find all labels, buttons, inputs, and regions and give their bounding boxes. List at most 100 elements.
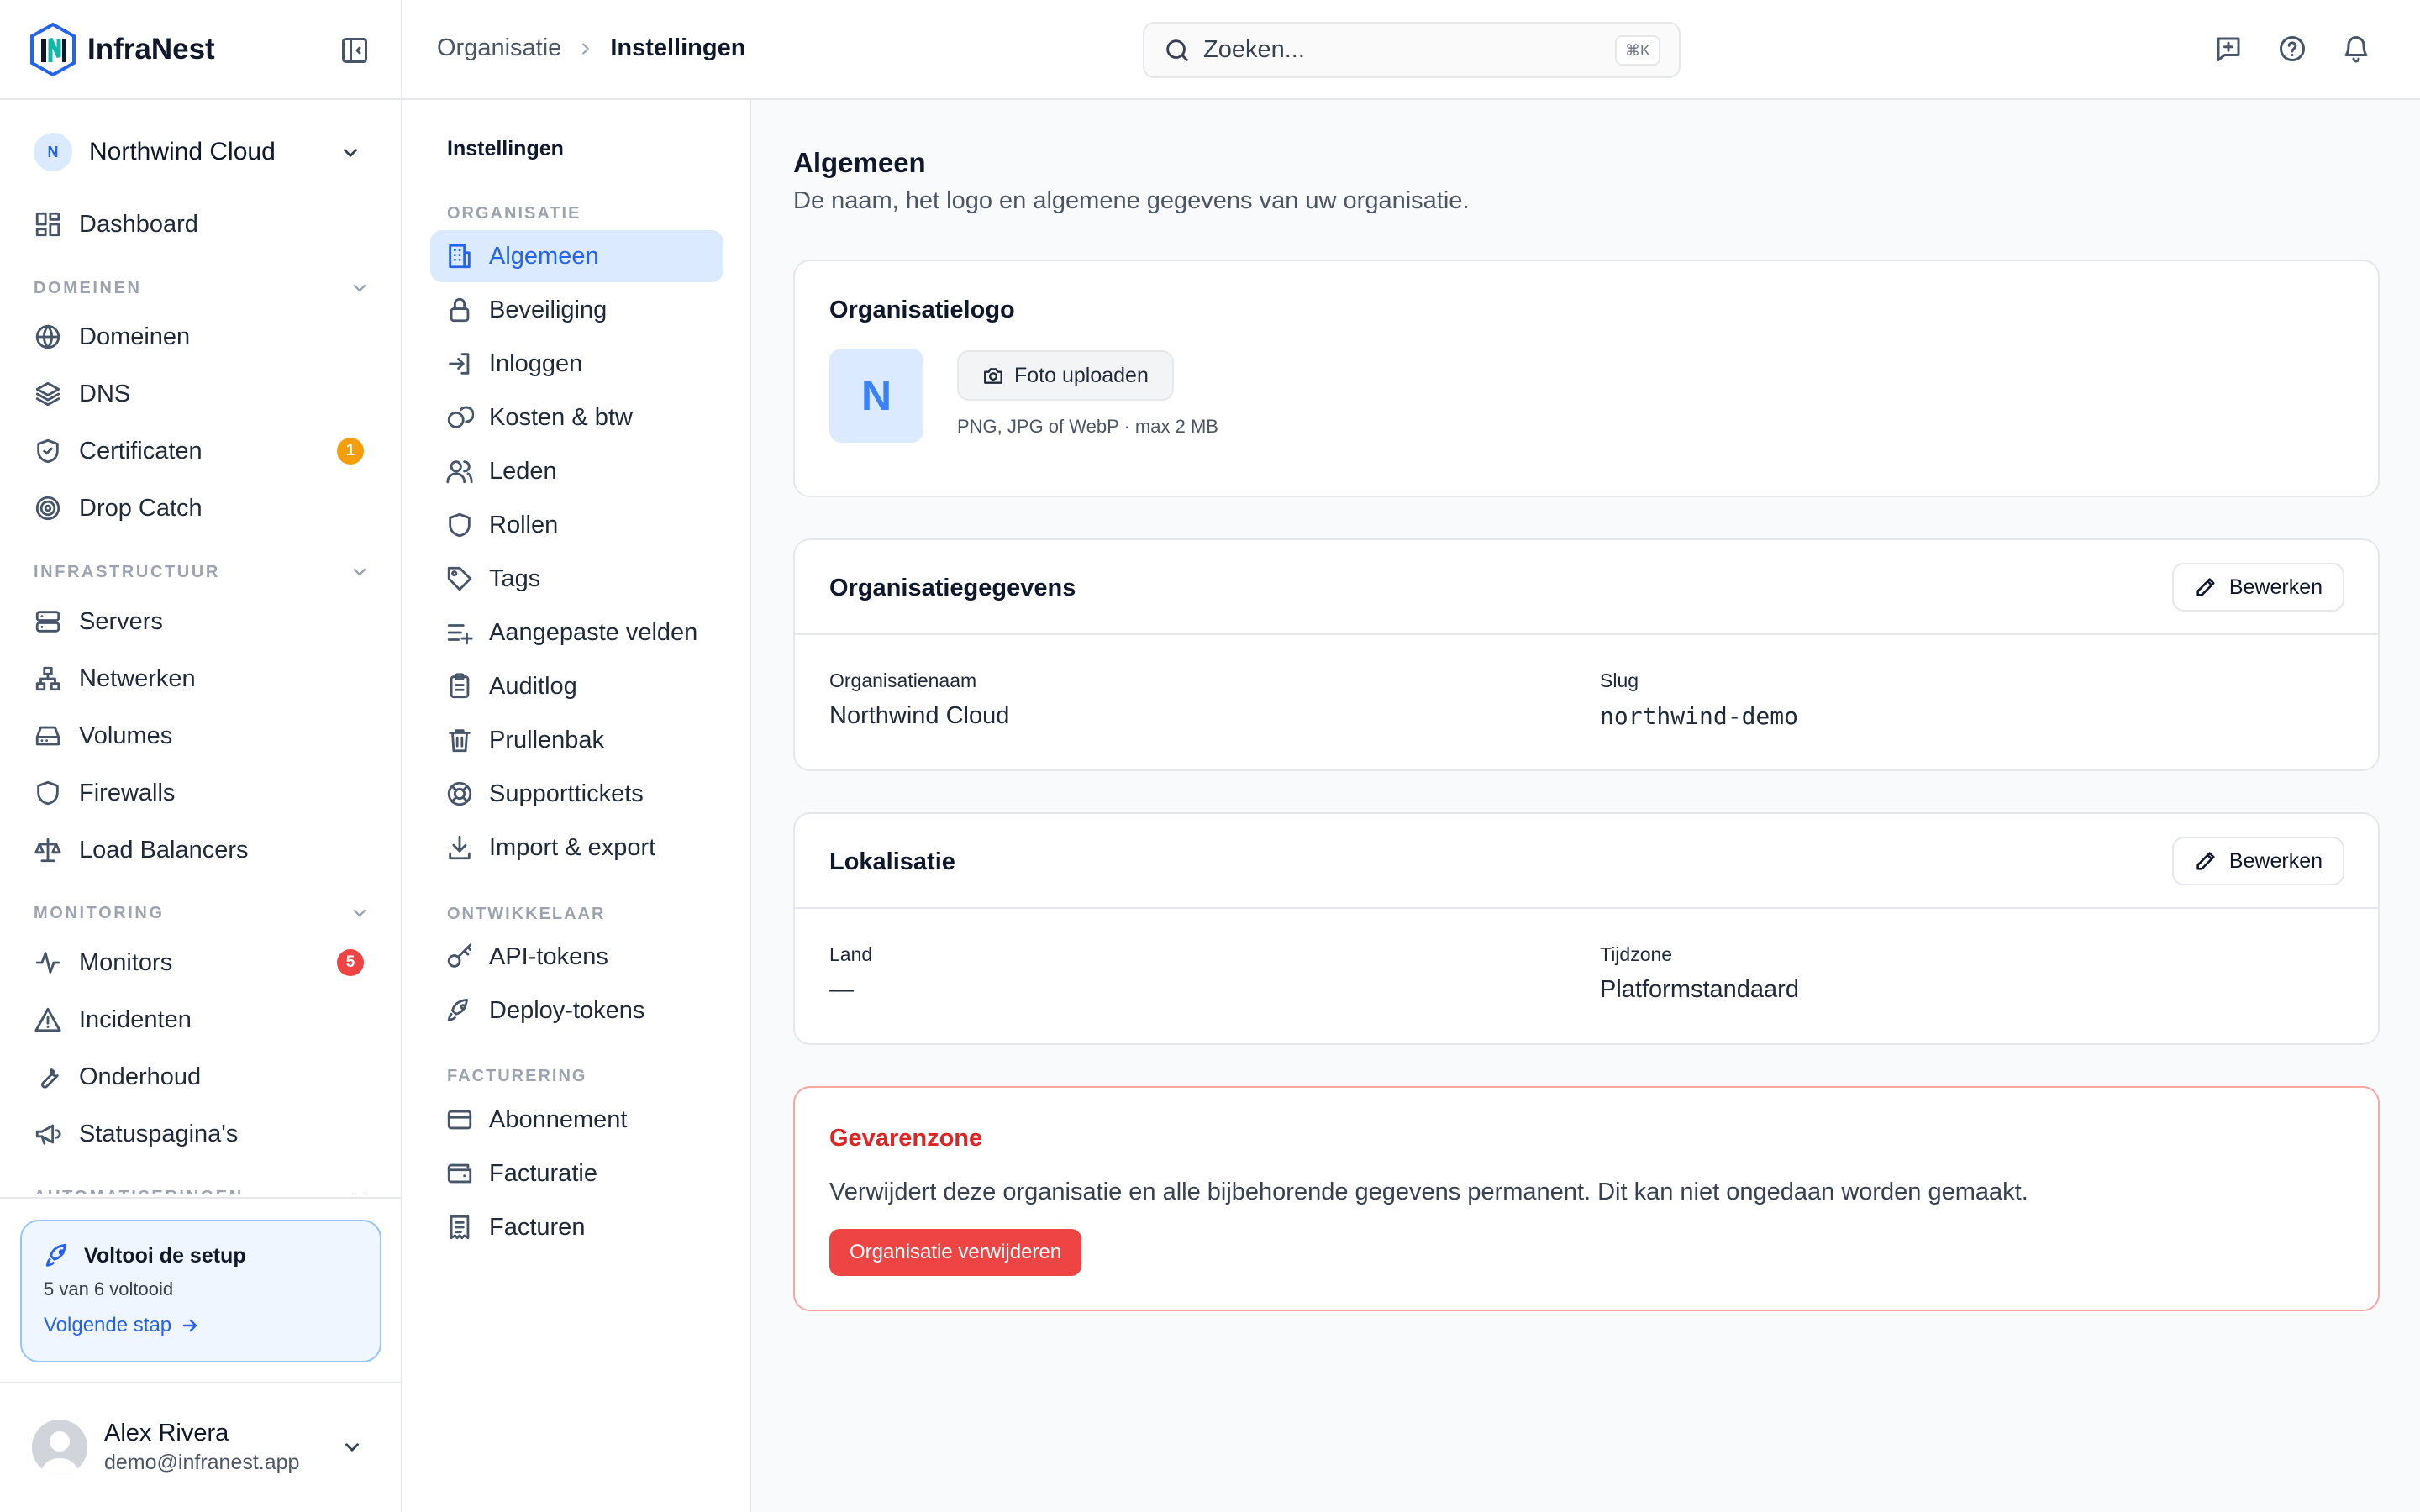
sidebar-item-incidents[interactable]: Incidenten (34, 999, 370, 1041)
upload-photo-button[interactable]: Foto uploaden (957, 350, 1174, 401)
sidebar-item-volumes[interactable]: Volumes (34, 715, 370, 757)
sidebar-item-load-balancers[interactable]: Load Balancers (34, 829, 370, 871)
settings-item-login[interactable]: Inloggen (430, 338, 723, 390)
settings-nav-title: Instellingen (447, 137, 564, 160)
pencil-icon (2196, 852, 2215, 870)
user-menu[interactable]: Alex Rivera demo@infranest.app (32, 1415, 376, 1479)
help-icon[interactable] (2277, 34, 2307, 64)
danger-zone-title: Gevarenzone (829, 1125, 983, 1152)
settings-item-general[interactable]: Algemeen (430, 230, 723, 282)
settings-item-tags[interactable]: Tags (430, 553, 723, 605)
shield-icon (34, 779, 62, 807)
settings-item-trash[interactable]: Prullenbak (430, 714, 723, 766)
settings-item-subscription[interactable]: Abonnement (430, 1094, 723, 1146)
settings-item-label: Aangepaste velden (489, 618, 698, 646)
sidebar-item-domains[interactable]: Domeinen (34, 316, 370, 358)
settings-item-label: Rollen (489, 511, 559, 538)
search-shortcut: ⌘K (1614, 35, 1660, 66)
organization-switcher[interactable]: N Northwind Cloud (34, 132, 378, 172)
certificates-count-badge: 1 (337, 438, 364, 465)
activity-icon (34, 948, 62, 977)
feedback-icon[interactable] (2213, 34, 2244, 64)
upload-photo-label: Foto uploaden (1014, 363, 1149, 387)
arrow-right-icon (182, 1319, 197, 1332)
search-input[interactable]: Zoeken... ⌘K (1143, 22, 1681, 78)
chevron-down-icon (350, 562, 370, 582)
delete-organisation-button[interactable]: Organisatie verwijderen (829, 1229, 1082, 1276)
shield-icon (445, 511, 474, 539)
settings-item-custom-fields[interactable]: Aangepaste velden (430, 606, 723, 659)
field-label: Slug (1600, 669, 1639, 691)
section-label: ONTWIKKELAAR (447, 905, 606, 923)
chevron-down-icon (350, 903, 370, 923)
section-label: AUTOMATISERINGEN (34, 1188, 244, 1195)
sidebar-item-firewalls[interactable]: Firewalls (34, 772, 370, 814)
setup-card: Voltooi de setup 5 van 6 voltooid Volgen… (20, 1220, 381, 1362)
settings-item-costs[interactable]: Kosten & btw (430, 391, 723, 444)
danger-zone-card: Gevarenzone Verwijdert deze organisatie … (793, 1086, 2380, 1311)
download-icon (445, 833, 474, 862)
settings-item-label: Inloggen (489, 349, 583, 377)
sidebar-item-label: Netwerken (79, 664, 196, 692)
list-plus-icon (445, 618, 474, 647)
sidebar-item-label: Onderhoud (79, 1063, 202, 1090)
life-buoy-icon (445, 780, 474, 808)
sidebar-item-drop-catch[interactable]: Drop Catch (34, 487, 370, 529)
divider (0, 1382, 401, 1383)
sidebar: InfraNest N Northwind Cloud Dashboard DO… (0, 0, 402, 1512)
danger-zone-description: Verwijdert deze organisatie en alle bijb… (829, 1179, 2028, 1205)
sidebar-item-maintenance[interactable]: Onderhoud (34, 1056, 370, 1098)
settings-item-import-export[interactable]: Import & export (430, 822, 723, 874)
sidebar-item-label: Incidenten (79, 1005, 192, 1033)
settings-item-api-tokens[interactable]: API-tokens (430, 931, 723, 983)
settings-item-security[interactable]: Beveiliging (430, 284, 723, 336)
field-label: Organisatienaam (829, 669, 977, 691)
breadcrumb-organisation[interactable]: Organisatie (437, 34, 561, 62)
avatar (32, 1420, 87, 1475)
lock-icon (445, 296, 474, 324)
section-monitoring[interactable]: MONITORING (34, 900, 370, 926)
edit-localisation-button[interactable]: Bewerken (2171, 837, 2344, 885)
edit-organisation-button[interactable]: Bewerken (2171, 563, 2344, 612)
next-step-link[interactable]: Volgende stap (44, 1314, 358, 1337)
settings-item-tickets[interactable]: Supporttickets (430, 768, 723, 820)
collapse-sidebar-icon[interactable] (339, 35, 370, 66)
sidebar-item-label: Statuspagina's (79, 1120, 239, 1147)
camera-icon (984, 368, 1002, 384)
divider (0, 1197, 401, 1199)
section-automation[interactable]: AUTOMATISERINGEN (34, 1184, 370, 1194)
settings-item-invoices[interactable]: Facturen (430, 1201, 723, 1253)
layers-icon (34, 380, 62, 408)
settings-item-label: Tags (489, 564, 541, 592)
sidebar-item-status-pages[interactable]: Statuspagina's (34, 1113, 370, 1155)
upload-hint: PNG, JPG of WebP · max 2 MB (957, 416, 1218, 437)
settings-item-audit[interactable]: Auditlog (430, 660, 723, 712)
settings-item-deploy-tokens[interactable]: Deploy-tokens (430, 984, 723, 1037)
chevron-right-icon (576, 39, 595, 58)
sidebar-item-label: Servers (79, 607, 163, 635)
sidebar-item-dashboard[interactable]: Dashboard (34, 203, 370, 245)
settings-item-label: Leden (489, 457, 557, 485)
sidebar-item-label: Load Balancers (79, 836, 249, 864)
sidebar-item-certificates[interactable]: Certificaten 1 (34, 430, 370, 472)
country-field: Land — (829, 943, 872, 1004)
edit-label: Bewerken (2228, 848, 2323, 873)
sidebar-item-networks[interactable]: Netwerken (34, 658, 370, 700)
sidebar-item-label: Monitors (79, 948, 173, 976)
section-domains[interactable]: DOMEINEN (34, 276, 370, 301)
settings-item-roles[interactable]: Rollen (430, 499, 723, 551)
sidebar-item-servers[interactable]: Servers (34, 601, 370, 643)
settings-item-label: Prullenbak (489, 726, 605, 753)
sidebar-item-monitors[interactable]: Monitors 5 (34, 942, 370, 984)
sidebar-item-dns[interactable]: DNS (34, 373, 370, 415)
field-label: Land (829, 943, 873, 965)
bell-icon[interactable] (2341, 34, 2371, 64)
sidebar-item-label: Dashboard (79, 210, 198, 238)
rocket-icon (445, 996, 474, 1025)
tag-icon (445, 564, 474, 593)
page-description: De naam, het logo en algemene gegevens v… (793, 187, 1470, 214)
section-label: FACTURERING (447, 1067, 587, 1085)
section-infrastructure[interactable]: INFRASTRUCTUUR (34, 559, 370, 585)
settings-item-members[interactable]: Leden (430, 445, 723, 497)
settings-item-invoicing[interactable]: Facturatie (430, 1147, 723, 1200)
